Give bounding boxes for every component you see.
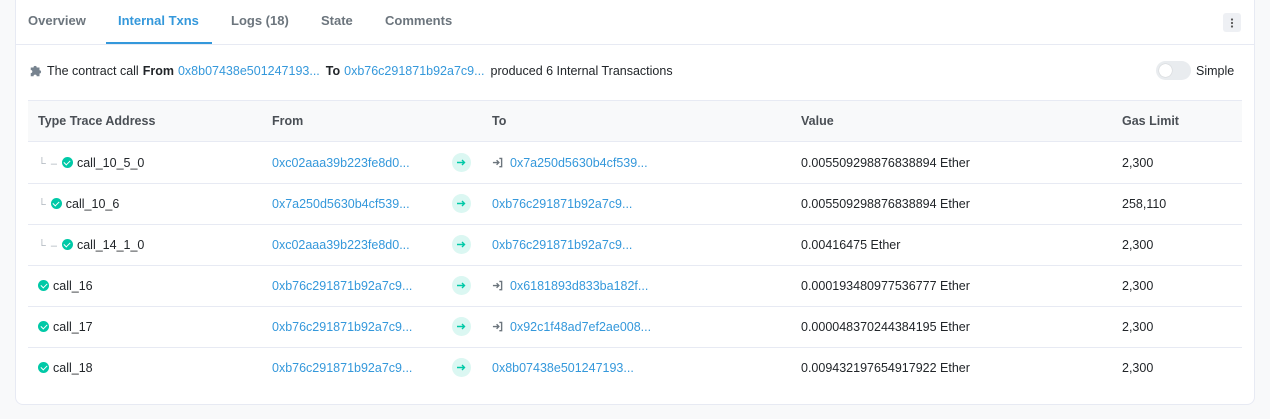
type-trace-cell: └ – call_14_1_0 xyxy=(38,238,144,252)
trace-tree-connector: └ – xyxy=(38,158,58,170)
more-options-button[interactable] xyxy=(1223,13,1241,32)
summary-prefix: The contract call xyxy=(47,64,139,78)
trace-type-label: call_18 xyxy=(53,361,93,375)
trace-type-label: call_14_1_0 xyxy=(76,238,145,252)
value-cell: 0.000048370244384195 Ether xyxy=(801,320,970,334)
trace-tree-connector: └ – xyxy=(38,240,58,252)
active-tab-indicator xyxy=(106,42,212,44)
summary-to-label: To xyxy=(325,64,341,78)
trace-type-label: call_10_6 xyxy=(65,197,120,211)
to-address-link[interactable]: 0xb76c291871b92a7c9... xyxy=(492,238,632,252)
to-address-link[interactable]: 0xb76c291871b92a7c9... xyxy=(492,197,632,211)
tab-comments[interactable]: Comments xyxy=(385,13,452,28)
type-trace-cell: call_17 xyxy=(38,320,93,334)
summary-from-address[interactable]: 0x8b07438e501247193... xyxy=(178,64,320,78)
to-address-link[interactable]: 0x92c1f48ad7ef2ae008... xyxy=(510,320,651,334)
gas-limit-cell: 2,300 xyxy=(1122,279,1154,293)
success-check-icon xyxy=(61,157,73,168)
table-header: Type Trace Address From To Value Gas Lim… xyxy=(28,100,1242,142)
table-row: └ – call_10_5_0 0xc02aaa39b223fe8d0... 0x7a… xyxy=(28,143,1242,184)
gas-limit-cell: 2,300 xyxy=(1122,320,1154,334)
simple-view-toggle[interactable] xyxy=(1156,61,1191,80)
table-row: call_18 0xb76c291871b92a7c9... 0x8b07438e5… xyxy=(28,348,1242,389)
header-from: From xyxy=(272,114,304,128)
arrow-right-icon xyxy=(452,358,471,377)
from-address-link[interactable]: 0x7a250d5630b4cf539... xyxy=(272,197,410,211)
contract-enter-icon xyxy=(492,320,509,334)
from-address-link[interactable]: 0xb76c291871b92a7c9... xyxy=(272,361,412,375)
from-address-link[interactable]: 0xc02aaa39b223fe8d0... xyxy=(272,156,410,170)
summary-suffix: produced 6 Internal Transactions xyxy=(490,64,673,78)
success-check-icon xyxy=(38,362,49,373)
header-to: To xyxy=(492,114,507,128)
value-cell: 0.005509298876838894 Ether xyxy=(801,156,970,170)
type-trace-cell: └ – call_10_5_0 xyxy=(38,156,144,170)
from-address-link[interactable]: 0xb76c291871b92a7c9... xyxy=(272,320,412,334)
arrow-right-icon xyxy=(452,194,471,213)
arrow-right-icon xyxy=(452,235,471,254)
success-check-icon xyxy=(38,321,49,332)
tab-internal-txns[interactable]: Internal Txns xyxy=(118,13,199,28)
gas-limit-cell: 258,110 xyxy=(1122,197,1167,211)
type-trace-cell: call_16 xyxy=(38,279,93,293)
header-value: Value xyxy=(801,114,834,128)
from-address-link[interactable]: 0xb76c291871b92a7c9... xyxy=(272,279,412,293)
summary-from-label: From xyxy=(142,64,174,78)
simple-view-toggle-group: Simple xyxy=(1156,61,1234,80)
tab-overview[interactable]: Overview xyxy=(28,13,86,28)
contract-enter-icon xyxy=(492,279,509,293)
trace-tree-connector: └ xyxy=(38,199,47,211)
success-check-icon xyxy=(61,239,73,250)
type-trace-cell: └ call_10_6 xyxy=(38,197,119,211)
value-cell: 0.009432197654917922 Ether xyxy=(801,361,970,375)
to-address-link[interactable]: 0x7a250d5630b4cf539... xyxy=(510,156,648,170)
value-cell: 0.00416475 Ether xyxy=(801,238,901,252)
toggle-knob xyxy=(1159,64,1172,77)
gas-limit-cell: 2,300 xyxy=(1122,156,1154,170)
contract-enter-icon xyxy=(492,156,509,170)
puzzle-icon xyxy=(30,65,42,77)
value-cell: 0.000193480977536777 Ether xyxy=(801,279,970,293)
success-check-icon xyxy=(38,280,49,291)
table-row: └ call_10_6 0x7a250d5630b4cf539... 0xb76c29… xyxy=(28,184,1242,225)
table-row: call_16 0xb76c291871b92a7c9... 0x6181893d8… xyxy=(28,266,1242,307)
transaction-card: Overview Internal Txns Logs (18) State C… xyxy=(15,0,1255,405)
summary-to-address[interactable]: 0xb76c291871b92a7c9... xyxy=(344,64,484,78)
tab-bar: Overview Internal Txns Logs (18) State C… xyxy=(16,0,1254,45)
tab-state[interactable]: State xyxy=(321,13,353,28)
more-vertical-icon xyxy=(1230,17,1234,28)
arrow-right-icon xyxy=(452,317,471,336)
header-gas-limit: Gas Limit xyxy=(1122,114,1179,128)
table-row: └ – call_14_1_0 0xc02aaa39b223fe8d0... 0xb7… xyxy=(28,225,1242,266)
success-check-icon xyxy=(50,198,62,209)
trace-type-label: call_16 xyxy=(53,279,93,293)
value-cell: 0.005509298876838894 Ether xyxy=(801,197,970,211)
arrow-right-icon xyxy=(452,276,471,295)
to-address-link[interactable]: 0x6181893d833ba182f... xyxy=(510,279,648,293)
arrow-right-icon xyxy=(452,153,471,172)
gas-limit-cell: 2,300 xyxy=(1122,361,1154,375)
simple-view-label: Simple xyxy=(1196,63,1235,78)
tab-logs[interactable]: Logs (18) xyxy=(231,13,289,28)
trace-type-label: call_17 xyxy=(53,320,93,334)
type-trace-cell: call_18 xyxy=(38,361,93,375)
header-type-trace-address: Type Trace Address xyxy=(38,114,156,128)
from-address-link[interactable]: 0xc02aaa39b223fe8d0... xyxy=(272,238,410,252)
internal-txns-summary: The contract call From 0x8b07438e5012471… xyxy=(29,63,673,79)
table-row: call_17 0xb76c291871b92a7c9... 0x92c1f48ad… xyxy=(28,307,1242,348)
to-address-link[interactable]: 0x8b07438e501247193... xyxy=(492,361,634,375)
trace-type-label: call_10_5_0 xyxy=(76,156,145,170)
gas-limit-cell: 2,300 xyxy=(1122,238,1154,252)
